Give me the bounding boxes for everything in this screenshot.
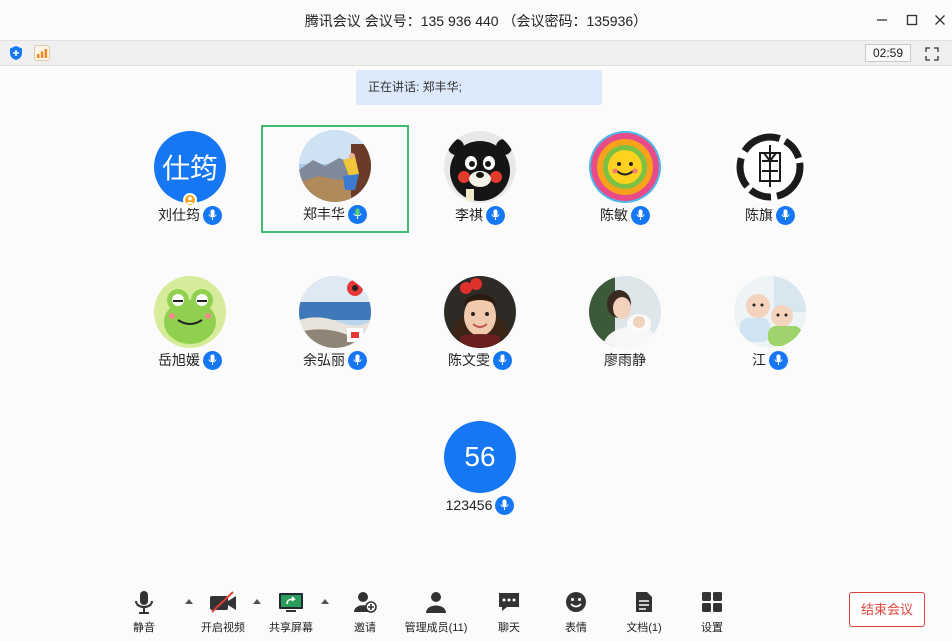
participant-name: 陈文雯: [448, 352, 490, 368]
participant-name: 郑丰华: [303, 206, 345, 222]
settings-button[interactable]: 设置: [692, 589, 732, 637]
invite-button[interactable]: 邀请: [345, 589, 385, 637]
participant-tile[interactable]: 廖雨静: [552, 272, 698, 378]
fullscreen-icon: [925, 47, 939, 61]
participant-tile[interactable]: 郑丰华: [261, 125, 409, 233]
members-icon: [424, 589, 448, 615]
microphone-icon: [769, 350, 788, 370]
manage-members-button[interactable]: 管理成员(11): [398, 589, 474, 637]
fullscreen-button[interactable]: [922, 44, 942, 64]
video-options-caret[interactable]: [253, 599, 261, 604]
participant-name: 陈敏: [600, 207, 628, 223]
maximize-icon: [906, 14, 918, 26]
network-signal-icon[interactable]: [34, 45, 50, 61]
participant-name: 江: [752, 352, 766, 368]
avatar: [589, 276, 661, 348]
title-bar: 腾讯会议 会议号：135 936 440 （会议密码：135936）: [0, 0, 952, 40]
avatar: [154, 276, 226, 348]
settings-grid-icon: [701, 589, 723, 615]
participant-tile[interactable]: 江: [697, 272, 843, 378]
add-user-icon: [353, 589, 377, 615]
participant-tile[interactable]: 岳旭媛: [117, 272, 263, 378]
microphone-icon: [203, 350, 222, 370]
meeting-toolbar: 静音 开启视频 共享屏幕 邀请 管理成员(11) 聊天 表情 文档(1) 设置: [0, 585, 952, 641]
meeting-timer: 02:59: [865, 44, 911, 62]
share-options-caret[interactable]: [321, 599, 329, 604]
microphone-icon: [486, 205, 505, 225]
chat-button[interactable]: 聊天: [489, 589, 529, 637]
participant-tile[interactable]: 李祺: [407, 127, 553, 233]
microphone-icon: [493, 350, 512, 370]
end-meeting-button[interactable]: 结束会议: [849, 592, 925, 627]
participant-name: 廖雨静: [604, 352, 646, 368]
participant-name: 余弘丽: [303, 352, 345, 368]
window-title: 腾讯会议 会议号：135 936 440 （会议密码：135936）: [304, 13, 648, 29]
emoji-icon: [565, 589, 587, 615]
close-button[interactable]: [928, 8, 952, 32]
documents-button[interactable]: 文档(1): [621, 589, 667, 637]
security-shield-icon[interactable]: [8, 45, 24, 61]
start-video-button[interactable]: 开启视频: [197, 589, 249, 637]
avatar: [734, 131, 806, 203]
microphone-icon: [134, 589, 154, 615]
close-icon: [935, 15, 945, 25]
info-bar: 02:59: [0, 40, 952, 66]
share-screen-button[interactable]: 共享屏幕: [266, 589, 316, 637]
participant-name: 陈旗: [745, 207, 773, 223]
participant-tile[interactable]: 56 123456: [407, 417, 553, 523]
microphone-icon: [631, 205, 650, 225]
avatar: [444, 131, 516, 203]
avatar: [734, 276, 806, 348]
document-icon: [635, 589, 653, 615]
participant-tile[interactable]: 余弘丽: [262, 272, 408, 378]
share-screen-icon: [278, 589, 304, 615]
microphone-icon: [348, 350, 367, 370]
chat-icon: [498, 589, 520, 615]
participant-tile[interactable]: 陈旗: [697, 127, 843, 233]
avatar: [589, 131, 661, 203]
emoji-button[interactable]: 表情: [556, 589, 596, 637]
participant-name: 刘仕筠: [158, 207, 200, 223]
mute-options-caret[interactable]: [185, 599, 193, 604]
avatar: [299, 130, 371, 202]
minimize-icon: [877, 19, 887, 21]
microphone-icon: [203, 205, 222, 225]
participant-name: 123456: [445, 497, 493, 513]
microphone-icon: [495, 495, 515, 515]
video-off-icon: [209, 589, 237, 615]
mute-button[interactable]: 静音: [124, 589, 164, 637]
microphone-icon: [348, 204, 367, 224]
avatar: [444, 276, 516, 348]
participant-tile[interactable]: 仕筠 刘仕筠: [117, 127, 263, 233]
minimize-button[interactable]: [870, 8, 894, 32]
participant-name: 岳旭媛: [158, 352, 200, 368]
maximize-button[interactable]: [900, 8, 924, 32]
speaking-indicator: 正在讲话: 郑丰华;: [356, 70, 602, 105]
participant-tile[interactable]: 陈文雯: [407, 272, 553, 378]
avatar: 56: [444, 421, 516, 493]
microphone-icon: [776, 205, 795, 225]
participant-name: 李祺: [455, 207, 483, 223]
participant-tile[interactable]: 陈敏: [552, 127, 698, 233]
avatar: [299, 276, 371, 348]
